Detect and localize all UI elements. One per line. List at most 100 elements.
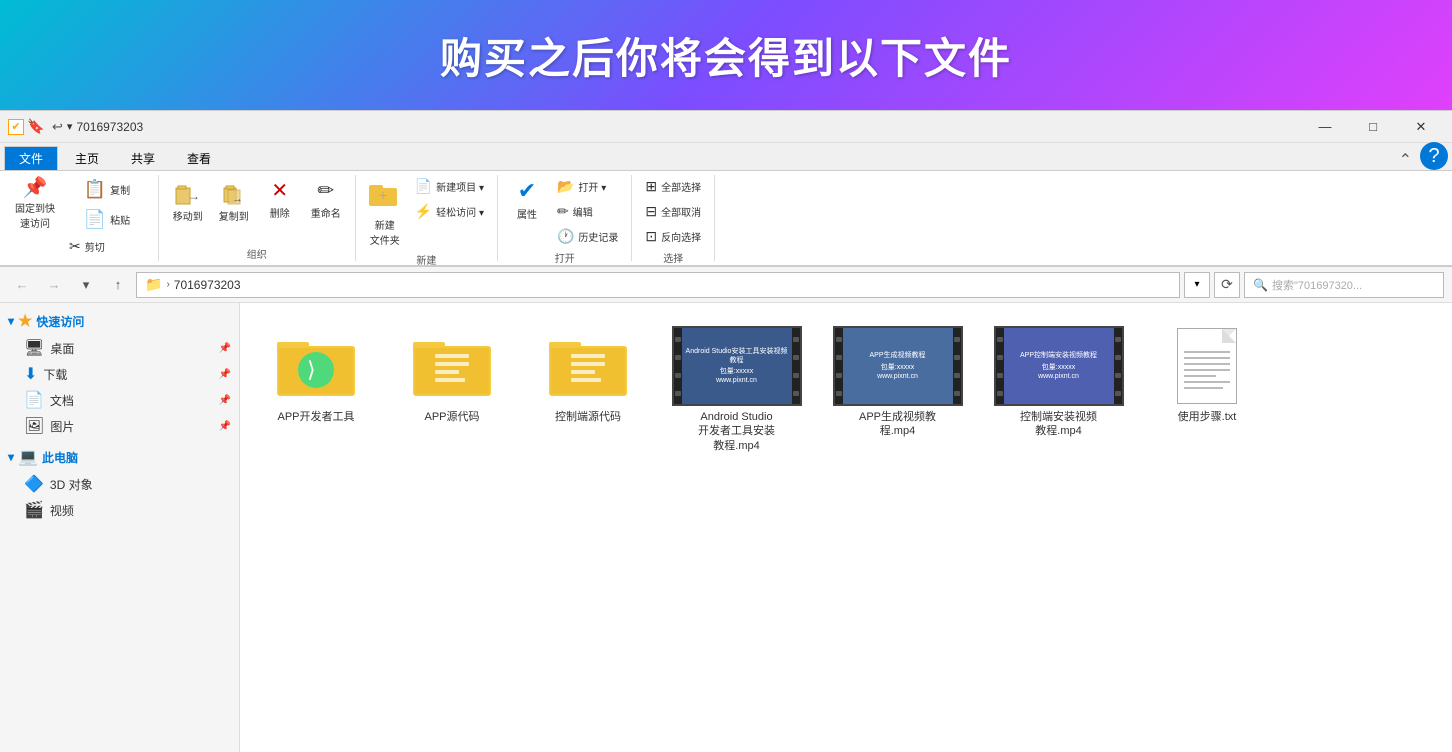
file-item-android-studio-video[interactable]: Android Studio安装工具安装视频教程 包量:xxxxx www.pi… (664, 319, 809, 460)
file-item-control-source[interactable]: 控制端源代码 (528, 319, 648, 460)
this-pc-header[interactable]: ▾ 💻 此电脑 (0, 443, 239, 471)
move-to-button[interactable]: → 移动到 (167, 175, 209, 226)
folder-icon-control-source (548, 326, 628, 406)
desktop-label: 桌面 (50, 340, 74, 357)
folder-icon-app-source (412, 326, 492, 406)
rename-icon: ✏ (317, 178, 334, 203)
pinned-icon: 📌 (219, 343, 231, 354)
addr-dropdown-button[interactable]: ▾ (1184, 272, 1210, 298)
svg-text:+: + (379, 187, 387, 203)
properties-button[interactable]: ✔ 属性 (506, 175, 548, 224)
pictures-icon: 🖼 (24, 416, 44, 436)
star-icon: ★ (18, 311, 32, 331)
help-button[interactable]: ? (1420, 142, 1448, 170)
ribbon-group-select: ⊞ 全部选择 ⊟ 全部取消 ⊡ 反向选择 选择 (632, 175, 715, 261)
paste-button[interactable]: 📄 粘贴 (64, 205, 150, 233)
sidebar-item-videos[interactable]: 🎬 视频 (0, 497, 239, 523)
easy-access-button[interactable]: ⚡ 轻松访问 ▾ (410, 200, 489, 223)
minimize-button[interactable]: — (1302, 111, 1348, 143)
svg-text:→: → (232, 193, 243, 205)
new-item-button[interactable]: 📄 新建项目 ▾ (410, 175, 489, 198)
open-button[interactable]: 📂 打开 ▾ (552, 175, 623, 198)
sidebar-item-desktop[interactable]: 🖥 桌面 📌 (0, 335, 239, 361)
cut-button[interactable]: ✂ 剪切 (64, 235, 150, 258)
open-icon: 📂 (557, 178, 574, 195)
cut-icon: ✂ (69, 238, 81, 255)
video-icon-app-gen: APP生成视频教程 包量:xxxxx www.pixnt.cn (833, 326, 963, 406)
close-button[interactable]: ✕ (1398, 111, 1444, 143)
desktop-icon: 🖥 (24, 338, 44, 358)
copy-path-button[interactable]: ⊞ 复制路径 (64, 260, 150, 267)
new-folder-button[interactable]: + 新建文件夹 (364, 175, 406, 250)
file-item-usage-steps[interactable]: 使用步骤.txt (1147, 319, 1267, 460)
select-all-button[interactable]: ⊞ 全部选择 (640, 175, 706, 198)
select-all-icon: ⊞ (645, 178, 657, 195)
refresh-button[interactable]: ⟳ (1214, 272, 1240, 298)
videos-icon: 🎬 (24, 500, 44, 520)
expand-icon2: ▾ (8, 450, 14, 464)
pin-icon: ▾ (67, 120, 73, 133)
search-box[interactable]: 🔍 搜索"701697320... (1244, 272, 1444, 298)
tab-file[interactable]: 文件 (4, 146, 58, 170)
invert-icon: ⊡ (645, 228, 657, 245)
file-item-control-install-video[interactable]: APP控制端安装视频教程 包量:xxxxx www.pixnt.cn 控制端安装… (986, 319, 1131, 460)
properties-icon: ✔ (518, 178, 536, 204)
search-placeholder: 搜索"701697320... (1272, 277, 1362, 293)
sidebar-item-documents[interactable]: 📄 文档 📌 (0, 387, 239, 413)
dropdown-nav-button[interactable]: ▾ (72, 272, 100, 298)
sidebar: ▾ ★ 快速访问 🖥 桌面 📌 ⬇ 下载 📌 📄 文档 📌 (0, 303, 240, 752)
video-icon-android-studio: Android Studio安装工具安装视频教程 包量:xxxxx www.pi… (672, 326, 802, 406)
copy-to-button[interactable]: → 复制到 (213, 175, 255, 226)
pin-button[interactable]: 📌 固定到快速访问 (8, 175, 62, 233)
ribbon-tabs: 文件 主页 共享 查看 ⌃ ? (0, 143, 1452, 171)
back-button[interactable]: ← (8, 272, 36, 298)
paste-icon: 📄 (84, 210, 106, 228)
deselect-all-button[interactable]: ⊟ 全部取消 (640, 200, 706, 223)
ribbon-group-new: + 新建文件夹 📄 新建项目 ▾ ⚡ 轻松访问 ▾ 新建 (356, 175, 498, 261)
main-area: ▾ ★ 快速访问 🖥 桌面 📌 ⬇ 下载 📌 📄 文档 📌 (0, 303, 1452, 752)
file-name-control-source: 控制端源代码 (555, 410, 621, 424)
svg-text:→: → (188, 189, 200, 203)
ribbon-clipboard-content: 📌 固定到快速访问 📋 复制 📄 粘贴 ✂ 剪切 (8, 175, 150, 267)
pinned-icon3: 📌 (219, 395, 231, 406)
file-name-app-gen: APP生成视频教程.mp4 (859, 410, 936, 439)
tab-share[interactable]: 共享 (116, 146, 170, 170)
history-icon: 🕐 (557, 228, 574, 245)
text-file-icon (1167, 326, 1247, 406)
address-path[interactable]: 📁 › 7016973203 (136, 272, 1180, 298)
file-item-app-dev-tools[interactable]: ⟩ APP开发者工具 (256, 319, 376, 460)
up-button[interactable]: ↑ (104, 272, 132, 298)
copy-button[interactable]: 📋 复制 (64, 175, 150, 203)
file-item-app-source[interactable]: APP源代码 (392, 319, 512, 460)
ribbon-collapse-button[interactable]: ⌃ (1391, 150, 1420, 170)
copy-icon: 📋 (84, 180, 106, 198)
quick-access-label: 快速访问 (36, 313, 84, 330)
history-button[interactable]: 🕐 历史记录 (552, 225, 623, 248)
invert-button[interactable]: ⊡ 反向选择 (640, 225, 706, 248)
copy-to-icon: → (220, 178, 248, 206)
undo-icon[interactable]: ↩ (52, 119, 63, 135)
delete-button[interactable]: ✕ 删除 (259, 175, 301, 223)
ribbon-open-content: ✔ 属性 📂 打开 ▾ ✏ 编辑 🕐 历史记录 (506, 175, 623, 248)
sidebar-item-downloads[interactable]: ⬇ 下载 📌 (0, 361, 239, 387)
ribbon-organize-content: → 移动到 → 复制到 ✕ 删除 ✏ 重命名 (167, 175, 347, 244)
tab-view[interactable]: 查看 (172, 146, 226, 170)
maximize-button[interactable]: □ (1350, 111, 1396, 143)
video-icon-control-install: APP控制端安装视频教程 包量:xxxxx www.pixnt.cn (994, 326, 1124, 406)
ribbon-toolbar: 📌 固定到快速访问 📋 复制 📄 粘贴 ✂ 剪切 (0, 171, 1452, 267)
edit-button[interactable]: ✏ 编辑 (552, 200, 623, 223)
sidebar-item-3d-objects[interactable]: 🔷 3D 对象 (0, 471, 239, 497)
file-item-app-gen-video[interactable]: APP生成视频教程 包量:xxxxx www.pixnt.cn APP生成视频教… (825, 319, 970, 460)
new-folder-icon: + (369, 178, 401, 215)
sidebar-item-pictures[interactable]: 🖼 图片 📌 (0, 413, 239, 439)
rename-button[interactable]: ✏ 重命名 (305, 175, 347, 223)
tab-home[interactable]: 主页 (60, 146, 114, 170)
select-label: 选择 (663, 250, 683, 265)
quick-access-header[interactable]: ▾ ★ 快速访问 (0, 307, 239, 335)
downloads-label: 下载 (43, 366, 67, 383)
easy-access-icon: ⚡ (415, 203, 432, 220)
folder-icon: 📁 (145, 276, 162, 293)
quick-access-section: ▾ ★ 快速访问 🖥 桌面 📌 ⬇ 下载 📌 📄 文档 📌 (0, 307, 239, 439)
forward-button[interactable]: → (40, 272, 68, 298)
3d-objects-label: 3D 对象 (50, 476, 93, 493)
